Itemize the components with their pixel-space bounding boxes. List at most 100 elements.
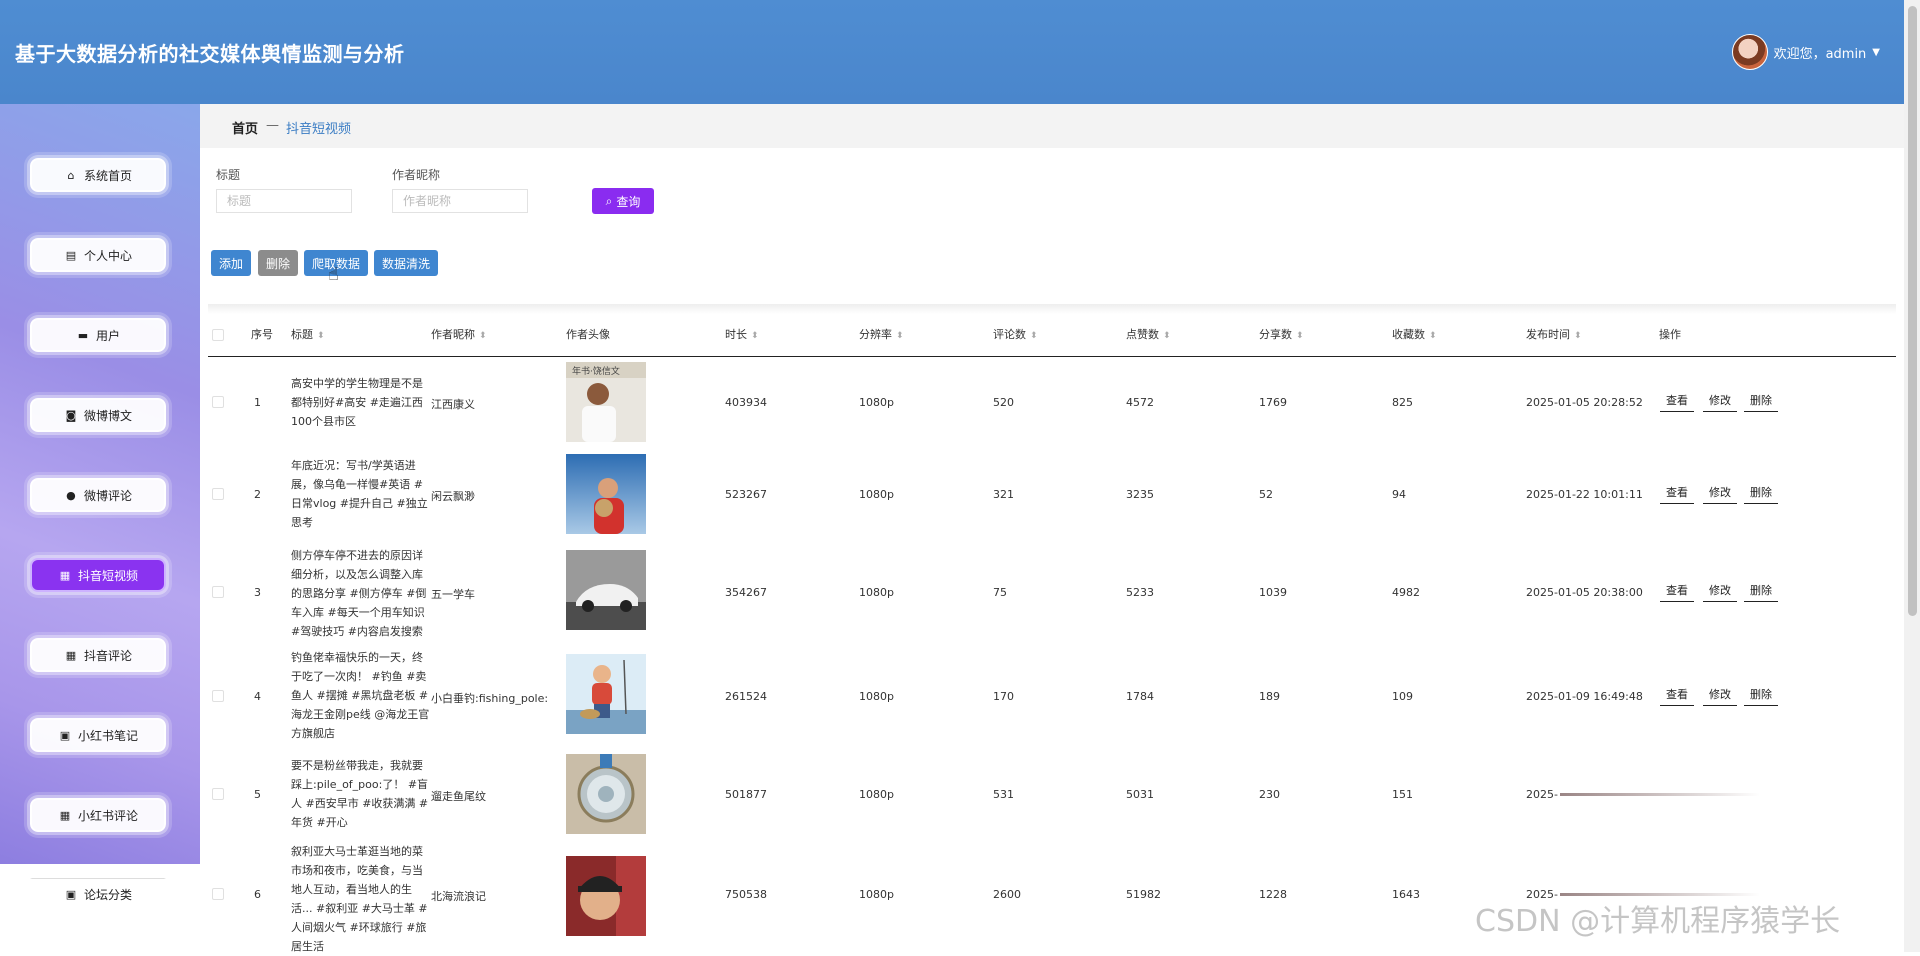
cell-author: 五一学车 (431, 588, 475, 601)
sidebar-item-weibo-comments[interactable]: ● 微博评论 (30, 478, 166, 512)
cell-duration: 261524 (725, 690, 767, 703)
breadcrumb-separator: — (266, 118, 279, 133)
row-delete-button[interactable]: 删除 (1744, 392, 1778, 412)
cell-author: 小白垂钓:fishing_pole: (431, 692, 549, 705)
row-checkbox[interactable] (212, 396, 224, 408)
breadcrumb-home[interactable]: 首页 (232, 118, 258, 137)
header-resolution-label: 分辨率 (859, 328, 892, 341)
cell-likes: 3235 (1126, 488, 1154, 501)
breadcrumb-current[interactable]: 抖音短视频 (286, 118, 351, 137)
header-publish-time[interactable]: 发布时间 ⬍ (1526, 326, 1582, 342)
header-actions: 操作 (1659, 328, 1681, 341)
add-button[interactable]: 添加 (211, 250, 251, 276)
sidebar-item-xhs-comments[interactable]: ▦ 小红书评论 (30, 798, 166, 832)
header-comments-label: 评论数 (993, 328, 1026, 341)
edit-button[interactable]: 修改 (1703, 392, 1737, 412)
cell-shares: 52 (1259, 488, 1273, 501)
cell-duration: 523267 (725, 488, 767, 501)
cell-shares: 1228 (1259, 888, 1287, 901)
cell-title: 钓鱼佬幸福快乐的一天，终于吃了一次肉！ #钓鱼 #卖鱼人 #摆摊 #黑坑盘老板 … (291, 651, 430, 740)
profile-icon: ▤ (65, 248, 77, 262)
cell-author: 江西康义 (431, 398, 475, 411)
sort-icon: ⬍ (479, 331, 487, 341)
cell-publish-time: 2025-01-05 20:28:52 (1526, 396, 1643, 409)
clean-data-button[interactable]: 数据清洗 (374, 250, 438, 276)
cell-publish-time: 2025-01-09 16:49:48 (1526, 690, 1643, 703)
user-greeting: 欢迎您，admin (1773, 46, 1867, 62)
row-checkbox[interactable] (212, 788, 224, 800)
cell-title: 侧方停车停不进去的原因详细分析，以及怎么调整入库的思路分享 #侧方停车 #倒车入… (291, 549, 427, 638)
sidebar-item-home[interactable]: ⌂ 系统首页 (30, 158, 166, 192)
header-publish-time-label: 发布时间 (1526, 328, 1570, 341)
sidebar-item-douyin-videos[interactable]: ▦ 抖音短视频 (30, 558, 166, 592)
header-likes-label: 点赞数 (1126, 328, 1159, 341)
mouse-cursor-icon: ☝ (328, 264, 339, 285)
header-shares-label: 分享数 (1259, 328, 1292, 341)
user-avatar (1731, 34, 1768, 70)
row-checkbox[interactable] (212, 488, 224, 500)
sidebar-item-label: 用户 (95, 328, 120, 343)
sort-icon: ⬍ (1296, 331, 1304, 341)
cell-favorites: 4982 (1392, 586, 1420, 599)
view-button[interactable]: 查看 (1660, 582, 1694, 602)
row-delete-button[interactable]: 删除 (1744, 484, 1778, 504)
sidebar-item-douyin-comments[interactable]: ▦ 抖音评论 (30, 638, 166, 672)
table-row: 2 年底近况：写书/学英语进展，像乌龟一样慢#英语 #日常vlog #提升自己 … (208, 450, 1896, 542)
row-checkbox[interactable] (212, 690, 224, 702)
edit-button[interactable]: 修改 (1703, 686, 1737, 706)
cell-shares: 1769 (1259, 396, 1287, 409)
cell-favorites: 94 (1392, 488, 1406, 501)
view-button[interactable]: 查看 (1660, 392, 1694, 412)
cell-resolution: 1080p (859, 690, 894, 703)
header-title[interactable]: 标题 ⬍ (291, 326, 325, 342)
header-favorites-label: 收藏数 (1392, 328, 1425, 341)
author-filter-input[interactable] (392, 189, 528, 213)
sidebar-item-label: 小红书评论 (77, 808, 138, 823)
cell-favorites: 1643 (1392, 888, 1420, 901)
header-shares[interactable]: 分享数 ⬍ (1259, 326, 1304, 342)
author-filter-label: 作者昵称 (392, 168, 441, 182)
row-delete-button[interactable]: 删除 (1744, 686, 1778, 706)
edit-button[interactable]: 修改 (1703, 484, 1737, 504)
row-checkbox[interactable] (212, 586, 224, 598)
header-resolution[interactable]: 分辨率 ⬍ (859, 326, 904, 342)
cell-comments: 520 (993, 396, 1014, 409)
cell-comments: 170 (993, 690, 1014, 703)
select-all-checkbox[interactable] (212, 329, 224, 341)
user-menu[interactable]: 欢迎您，admin ▼ (1731, 34, 1880, 70)
view-button[interactable]: 查看 (1660, 484, 1694, 504)
header-comments[interactable]: 评论数 ⬍ (993, 326, 1038, 342)
watermark: CSDN @计算机程序猿学长 (1475, 904, 1841, 939)
cell-shares: 1039 (1259, 586, 1287, 599)
header-likes[interactable]: 点赞数 ⬍ (1126, 326, 1171, 342)
row-checkbox[interactable] (212, 888, 224, 900)
search-button[interactable]: ⌕ 查询 (592, 188, 654, 214)
cell-publish-time: 2025- (1526, 788, 1558, 801)
sort-icon: ⬍ (317, 331, 325, 341)
cell-duration: 354267 (725, 586, 767, 599)
title-filter-input[interactable] (216, 189, 352, 213)
author-avatar-image (566, 856, 646, 936)
cell-favorites: 825 (1392, 396, 1413, 409)
header-duration[interactable]: 时长 ⬍ (725, 326, 759, 342)
sidebar-item-xhs-notes[interactable]: ▣ 小红书笔记 (30, 718, 166, 752)
scrollbar-thumb[interactable] (1908, 6, 1917, 616)
delete-button[interactable]: 删除 (258, 250, 298, 276)
view-button[interactable]: 查看 (1660, 686, 1694, 706)
cell-duration: 403934 (725, 396, 767, 409)
edit-button[interactable]: 修改 (1703, 582, 1737, 602)
scrollbar[interactable] (1904, 0, 1920, 952)
sidebar-item-users[interactable]: ▬ 用户 (30, 318, 166, 352)
sidebar-item-profile[interactable]: ▤ 个人中心 (30, 238, 166, 272)
cell-index: 2 (254, 488, 261, 501)
header-avatar: 作者头像 (566, 328, 610, 341)
monitor-icon: ▬ (77, 328, 89, 342)
cell-shares: 230 (1259, 788, 1280, 801)
sidebar-item-weibo-posts[interactable]: ◙ 微博博文 (30, 398, 166, 432)
row-delete-button[interactable]: 删除 (1744, 582, 1778, 602)
sidebar-item-forum-categories[interactable]: ▣ 论坛分类 (30, 878, 166, 912)
cell-resolution: 1080p (859, 888, 894, 901)
header-author[interactable]: 作者昵称 ⬍ (431, 326, 487, 342)
header-favorites[interactable]: 收藏数 ⬍ (1392, 326, 1437, 342)
cell-author: 遛走鱼尾纹 (431, 790, 486, 803)
